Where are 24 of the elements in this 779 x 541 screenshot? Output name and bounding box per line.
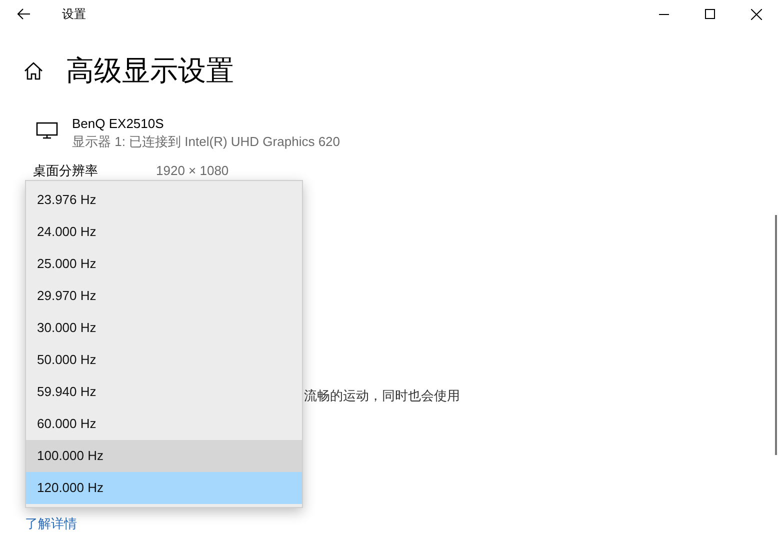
display-description: 显示器 1: 已连接到 Intel(R) UHD Graphics 620: [72, 133, 340, 151]
close-icon: [750, 8, 762, 20]
home-icon[interactable]: [24, 62, 43, 80]
page-heading: 高级显示设置: [66, 54, 234, 88]
back-arrow-icon: [17, 8, 31, 20]
refresh-rate-option[interactable]: 24.000 Hz: [26, 216, 302, 248]
refresh-rate-option[interactable]: 23.976 Hz: [26, 184, 302, 216]
description-text: 流畅的运动，同时也会使用: [304, 388, 460, 403]
refresh-rate-option[interactable]: 59.940 Hz: [26, 376, 302, 408]
refresh-rate-option[interactable]: 30.000 Hz: [26, 312, 302, 344]
resolution-label: 桌面分辨率: [33, 162, 99, 180]
maximize-icon: [705, 9, 715, 19]
resolution-value: 1920 × 1080: [156, 162, 229, 180]
refresh-rate-option[interactable]: 120.000 Hz: [26, 472, 302, 504]
refresh-rate-option[interactable]: 100.000 Hz: [26, 440, 302, 472]
refresh-rate-option[interactable]: 29.970 Hz: [26, 280, 302, 312]
refresh-rate-option[interactable]: 50.000 Hz: [26, 344, 302, 376]
refresh-rate-option[interactable]: 25.000 Hz: [26, 248, 302, 280]
window-title: 设置: [62, 6, 86, 23]
learn-more-link[interactable]: 了解详情: [25, 516, 77, 531]
refresh-rate-option[interactable]: 60.000 Hz: [26, 408, 302, 440]
monitor-icon: [36, 122, 58, 139]
display-name: BenQ EX2510S: [72, 115, 165, 133]
scrollbar[interactable]: [775, 215, 777, 455]
